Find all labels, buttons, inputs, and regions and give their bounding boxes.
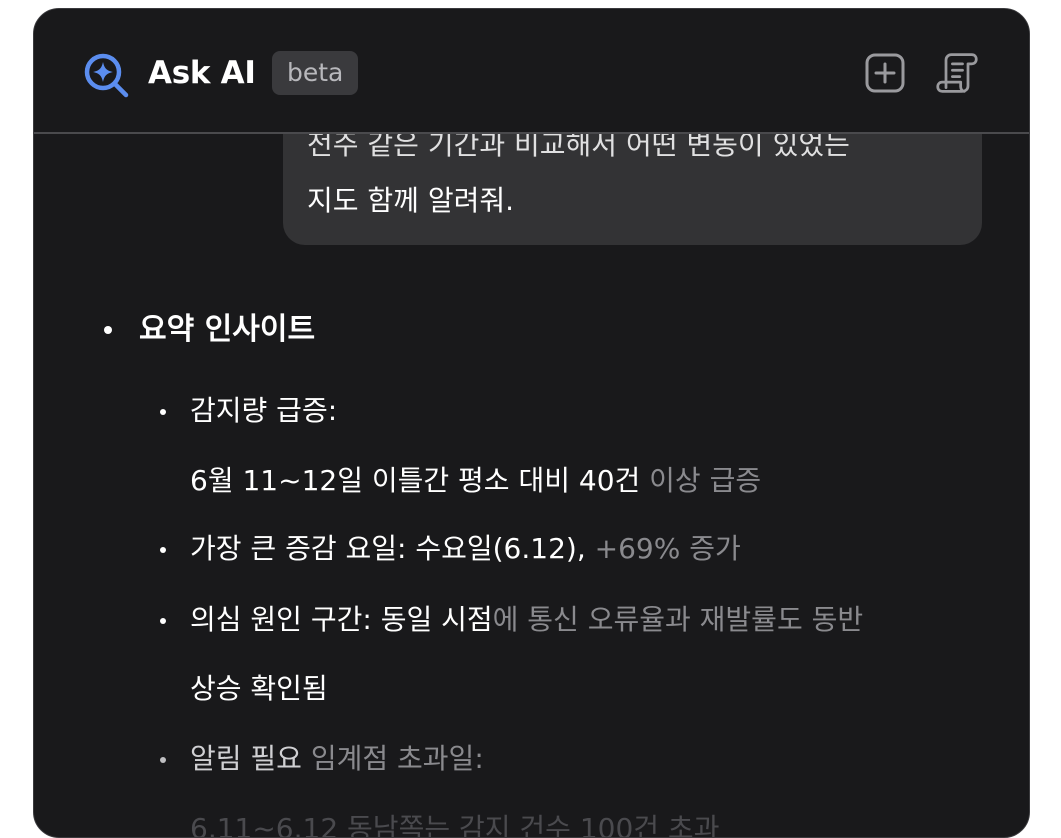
beta-badge: beta — [272, 51, 359, 95]
insight-label: 감지량 급증: — [190, 394, 338, 427]
insight-item: 알림 필요 임계점 초과일: — [160, 735, 484, 783]
bullet-dot — [160, 547, 166, 553]
bullet-dot — [104, 326, 112, 334]
insight-detail: 6월 11~12일 이틀간 평소 대비 40건 이상 급증 — [190, 457, 761, 505]
bullet-dot — [160, 409, 166, 415]
insight-label-dim: +69% 증가 — [585, 532, 741, 565]
insight-item: 의심 원인 구간: 동일 시점에 통신 오류율과 재발률도 동반 — [160, 596, 864, 644]
bullet-dot — [160, 618, 166, 624]
insight-detail-fade: 6.11~6.12 동남쪽는 감지 건수 100건 초과 — [190, 812, 720, 838]
user-message-line: 지도 함께 알려줘. — [307, 184, 515, 217]
insight-detail-main: 6월 11~12일 이틀간 평소 대비 40건 — [190, 464, 641, 497]
insight-label: 알림 필요 — [190, 742, 302, 775]
insight-label-dim: 임계점 초과일: — [301, 742, 484, 775]
new-chat-button[interactable] — [863, 51, 907, 95]
panel-title: Ask AI — [148, 55, 256, 91]
ask-ai-panel: 전주 같은 기간과 비교해서 어떤 변동이 있었는 지도 함께 알려줘. 요약 … — [33, 8, 1030, 838]
insight-item: 가장 큰 증감 요일: 수요일(6.12), +69% 증가 — [160, 525, 741, 573]
panel-header: Ask AI beta — [34, 9, 1029, 134]
insight-label: 의심 원인 구간: 동일 시점 — [190, 603, 493, 636]
history-button[interactable] — [935, 51, 979, 95]
ai-search-sparkle-icon — [84, 53, 129, 98]
answer-heading: 요약 인사이트 — [139, 312, 316, 347]
insight-label-dim: 에 통신 오류율과 재발률도 동반 — [492, 603, 864, 636]
insight-item: 감지량 급증: — [160, 387, 338, 435]
insight-continuation: 상승 확인됨 — [190, 665, 328, 713]
insight-detail-dim: 이상 급증 — [640, 464, 762, 497]
insight-label: 가장 큰 증감 요일: 수요일(6.12), — [190, 532, 586, 565]
bullet-dot — [160, 757, 166, 763]
insight-detail: 6.11~6.12 동남쪽는 감지 건수 100건 초과 — [190, 805, 720, 838]
insight-cont: 상승 확인됨 — [190, 672, 328, 705]
